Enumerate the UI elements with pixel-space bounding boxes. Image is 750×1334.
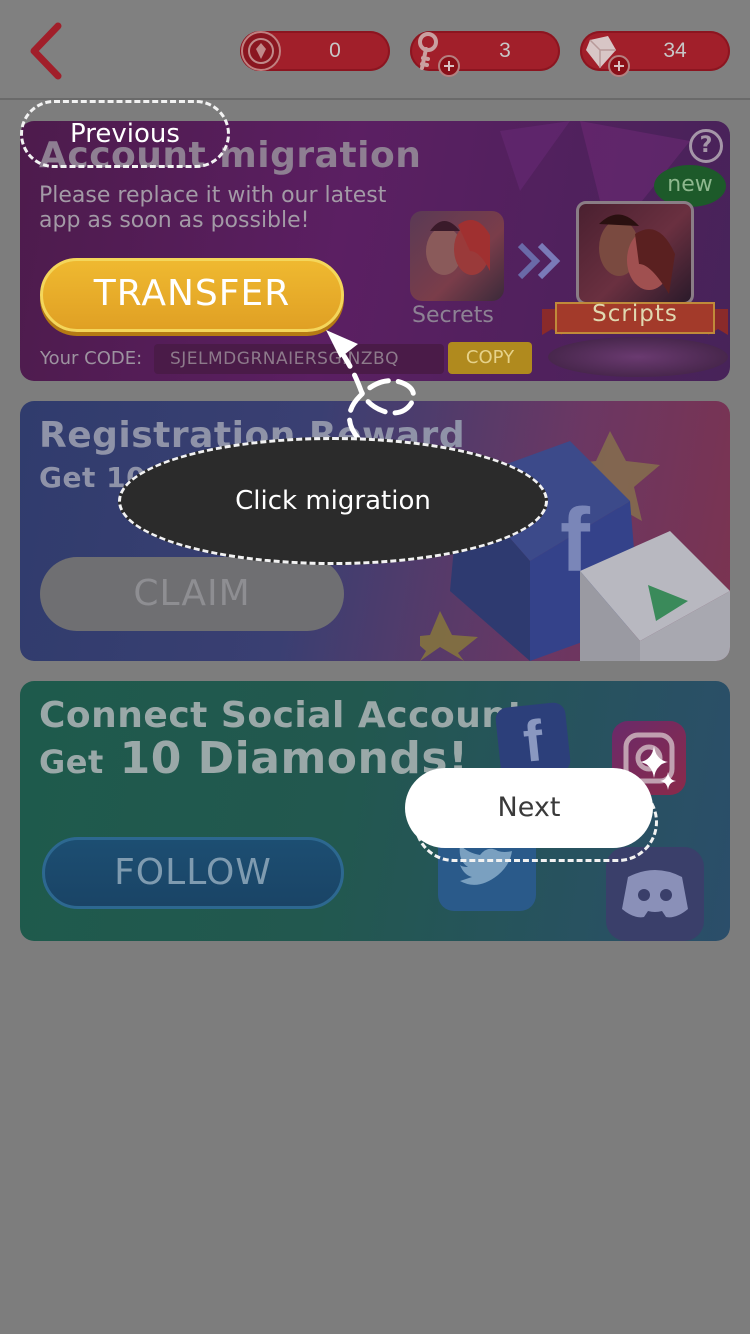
double-chevron-right-icon <box>517 242 561 280</box>
diamond-counter[interactable]: 34 <box>580 31 730 77</box>
pointer-arrow-icon <box>326 330 416 441</box>
transfer-button[interactable]: TRANSFER <box>40 258 344 332</box>
migration-description: Please replace it with our latest app as… <box>39 183 387 233</box>
previous-button[interactable]: Previous <box>20 100 230 168</box>
social-subtitle-main: 10 Diamonds! <box>119 733 469 784</box>
scripts-app-thumbnail <box>576 201 694 305</box>
facebook-icon: f <box>494 701 572 779</box>
diamond-count: 34 <box>663 39 687 62</box>
claim-button[interactable]: CLAIM <box>40 557 344 631</box>
social-subtitle-prefix: Get <box>39 743 104 781</box>
top-bar: 0 3 34 <box>0 0 750 100</box>
social-title: Connect Social Account <box>39 695 526 736</box>
help-icon[interactable]: ? <box>689 129 723 163</box>
social-subtitle: Get 10 Diamonds! <box>39 733 469 784</box>
scripts-label: Scripts <box>592 301 678 327</box>
secrets-app-thumbnail <box>410 211 504 301</box>
chevron-left-icon[interactable] <box>22 20 72 82</box>
romance-illustration <box>599 214 675 294</box>
previous-label: Previous <box>70 119 180 149</box>
sparkle-icon <box>640 746 676 790</box>
couple-illustration <box>426 219 490 275</box>
follow-button[interactable]: FOLLOW <box>42 837 344 909</box>
pedestal <box>548 337 728 377</box>
tooltip-bubble: Click migration <box>118 437 548 565</box>
copy-button[interactable]: COPY <box>448 342 532 374</box>
key-counter[interactable]: 3 <box>410 31 560 77</box>
gem-count: 0 <box>329 39 341 62</box>
code-label: Your CODE: <box>40 348 143 369</box>
next-label: Next <box>497 792 561 823</box>
gem-badge-icon <box>241 31 281 71</box>
key-count: 3 <box>499 39 511 62</box>
gem-counter[interactable]: 0 <box>240 31 390 71</box>
tooltip-text: Click migration <box>235 486 431 516</box>
next-button[interactable]: Next <box>405 768 653 848</box>
